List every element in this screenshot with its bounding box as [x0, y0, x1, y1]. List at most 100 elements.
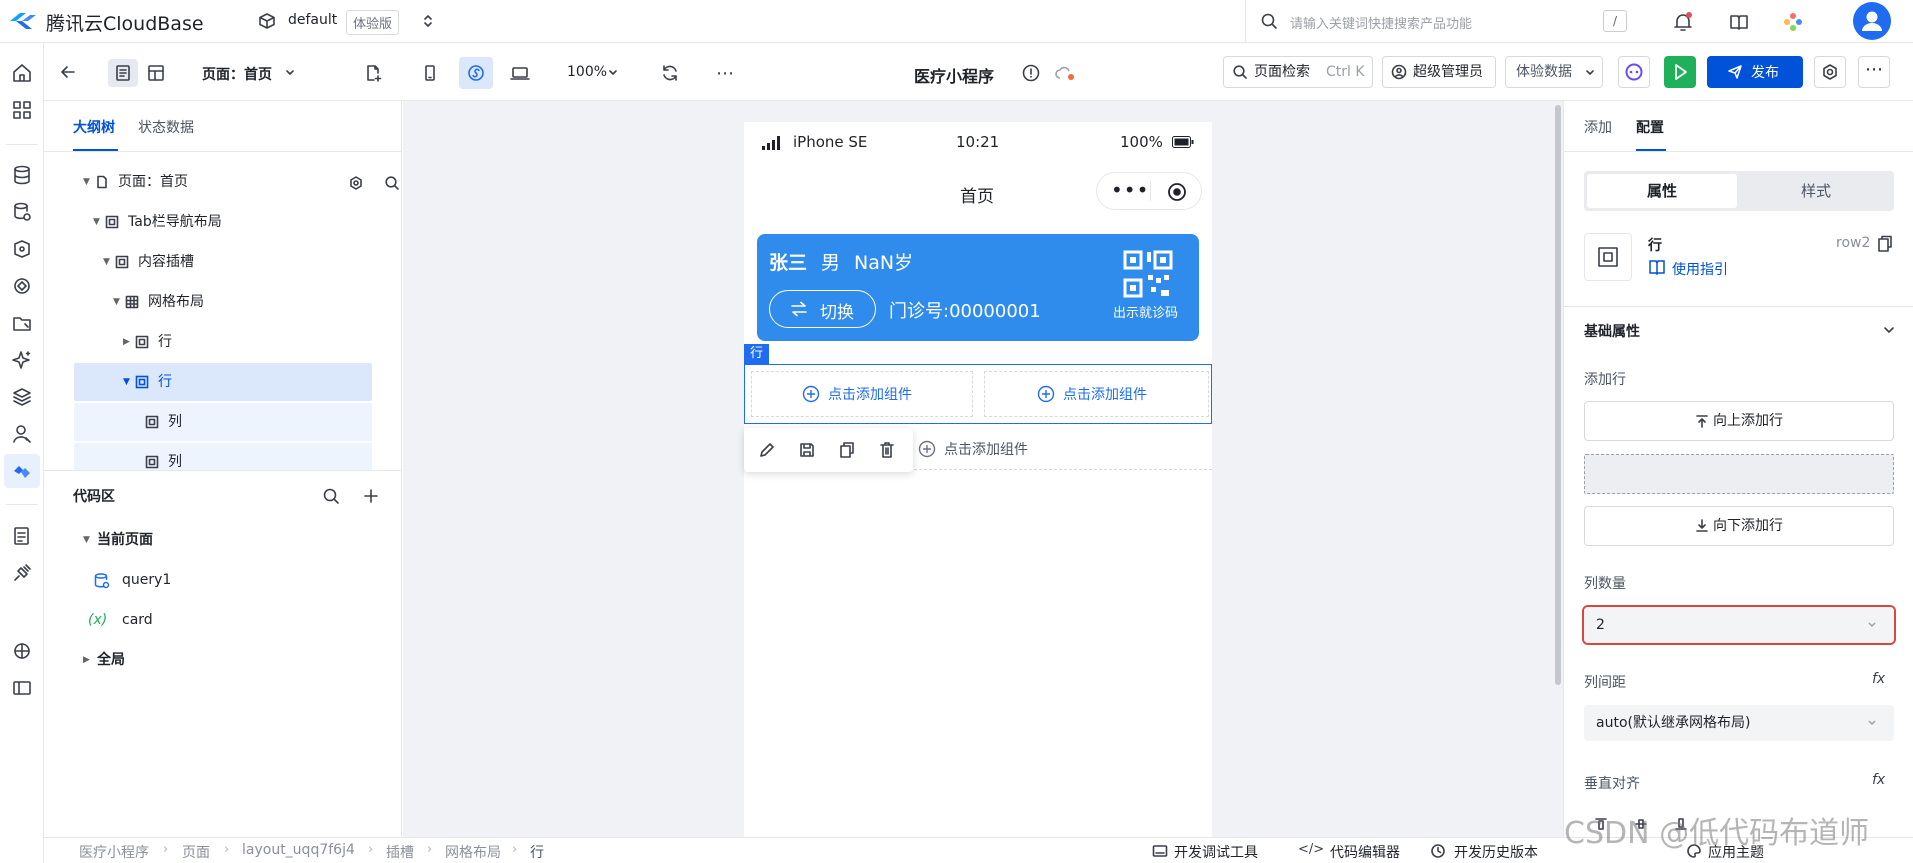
run-preview-button[interactable] [1664, 56, 1696, 88]
tree-node-page[interactable]: ▼ 页面：首页 [74, 163, 399, 201]
copy-icon[interactable] [1877, 235, 1893, 253]
segment-style[interactable]: 样式 [1741, 174, 1891, 208]
selected-row[interactable]: 点击添加组件 点击添加组件 [744, 364, 1212, 424]
more-dots-icon[interactable]: ••• [1111, 178, 1149, 202]
breadcrumb-slot[interactable]: 插槽 [386, 842, 414, 862]
collapse-sidebar-icon[interactable] [11, 677, 33, 699]
data-model-icon[interactable] [11, 201, 33, 223]
zoom-level[interactable]: 100% [567, 64, 607, 80]
tab-add[interactable]: 添加 [1584, 117, 1612, 137]
code-current-page[interactable]: ▼ 当前页面 [74, 521, 372, 559]
document-icon[interactable] [11, 525, 33, 547]
delete-trash-icon[interactable] [878, 441, 896, 459]
env-name[interactable]: default [288, 12, 337, 28]
code-item-card[interactable]: (x) card [74, 601, 372, 639]
layout-view-button[interactable] [141, 59, 171, 87]
refresh-icon[interactable] [660, 63, 680, 83]
layers-icon[interactable] [11, 386, 33, 408]
tree-node-col-2[interactable]: 列 [74, 443, 372, 470]
add-row-below-button[interactable]: 向下添加行 [1584, 506, 1894, 546]
code-editor-button[interactable]: 代码编辑器 [1330, 842, 1400, 862]
fx-expression-icon[interactable]: fx [1872, 671, 1885, 687]
search-icon[interactable] [322, 487, 340, 505]
outline-view-button[interactable] [108, 59, 138, 87]
book-icon[interactable] [1728, 11, 1750, 33]
breadcrumb-app[interactable]: 医疗小程序 [79, 842, 149, 862]
caret-down-icon[interactable]: ▼ [83, 521, 90, 559]
tree-node-tab-layout[interactable]: ▼ Tab栏导航布局 [74, 203, 372, 241]
tab-config[interactable]: 配置 [1636, 117, 1664, 137]
breadcrumb-row[interactable]: 行 [530, 842, 544, 862]
patient-card[interactable]: 张三 男 NaN岁 切换 门诊号:00000001 出示就诊码 [757, 234, 1199, 341]
database-icon[interactable] [11, 164, 33, 186]
tree-node-col-1[interactable]: 列 [74, 403, 372, 441]
global-search[interactable]: 请输入关键词快捷搜索产品功能 [1245, 0, 1645, 43]
bell-icon[interactable] [1672, 11, 1694, 33]
caret-down-icon[interactable]: ▼ [83, 163, 90, 201]
tree-node-row-1[interactable]: ▶ 行 [74, 323, 372, 361]
avatar[interactable] [1853, 2, 1891, 40]
capsule-menu[interactable]: ••• [1096, 172, 1202, 210]
search-icon[interactable] [384, 175, 400, 191]
caret-down-icon[interactable]: ▼ [93, 203, 100, 241]
shield-icon[interactable] [11, 238, 33, 260]
settings-cluster-icon[interactable] [11, 640, 33, 662]
miniprogram-preview-button[interactable] [459, 57, 493, 89]
history-versions-button[interactable]: 开发历史版本 [1454, 842, 1538, 862]
env-switch-icon[interactable] [422, 12, 434, 30]
page-search-button[interactable]: 页面检索 Ctrl K [1223, 56, 1373, 88]
brand-name[interactable]: 腾讯云CloudBase [46, 9, 204, 36]
caret-right-icon[interactable]: ▶ [83, 641, 90, 679]
save-icon[interactable] [798, 441, 816, 459]
tree-node-row-2-selected[interactable]: ▼ 行 [74, 363, 372, 401]
breadcrumb-grid[interactable]: 网格布局 [445, 842, 501, 862]
back-arrow-icon[interactable] [58, 62, 78, 82]
role-button[interactable]: 超级管理员 [1382, 56, 1496, 88]
column-gap-select[interactable]: auto(默认继承网格布局) [1584, 705, 1894, 741]
segment-props[interactable]: 属性 [1587, 174, 1737, 208]
gear-icon[interactable] [348, 175, 364, 191]
canvas-scrollbar[interactable] [1555, 105, 1561, 685]
breadcrumb-page[interactable]: 页面 [182, 842, 210, 862]
code-item-query1[interactable]: query1 [74, 561, 372, 599]
ai-assistant-icon[interactable] [1781, 10, 1805, 34]
page-selector[interactable]: 页面：首页 [202, 64, 272, 84]
phone-preview[interactable]: iPhone SE 10:21 100% 首页 ••• 张三 男 NaN岁 切换… [744, 122, 1212, 837]
data-mode-select[interactable]: 体验数据 [1505, 56, 1603, 88]
tab-state-data[interactable]: 状态数据 [138, 117, 194, 137]
home-icon[interactable] [11, 62, 33, 84]
lowcode-icon[interactable] [11, 460, 33, 482]
chevron-down-icon[interactable] [1882, 323, 1896, 337]
more-icon[interactable]: ⋯ [716, 63, 735, 84]
new-page-icon[interactable] [363, 63, 383, 83]
breadcrumb-layout[interactable]: layout_uqq7f6j4 [242, 842, 355, 858]
section-basic-props[interactable]: 基础属性 [1584, 321, 1640, 341]
info-icon[interactable] [1021, 63, 1041, 83]
caret-down-icon[interactable]: ▼ [123, 363, 130, 401]
debug-tools-button[interactable]: 开发调试工具 [1174, 842, 1258, 862]
edit-pencil-icon[interactable] [758, 441, 776, 459]
apps-icon[interactable] [11, 99, 33, 121]
empty-column-2[interactable]: 点击添加组件 [984, 371, 1209, 417]
ai-button[interactable] [1618, 56, 1650, 88]
tree-node-content-slot[interactable]: ▼ 内容插槽 [74, 243, 372, 281]
column-count-select[interactable]: 2 [1584, 607, 1894, 643]
settings-button[interactable] [1814, 56, 1846, 88]
empty-column-1[interactable]: 点击添加组件 [751, 371, 973, 417]
sparkle-icon[interactable] [11, 349, 33, 371]
caret-down-icon[interactable]: ▼ [103, 243, 110, 281]
caret-right-icon[interactable]: ▶ [123, 323, 130, 361]
fx-expression-icon[interactable]: fx [1872, 772, 1885, 788]
qr-code-icon[interactable] [1123, 250, 1175, 300]
caret-down-icon[interactable]: ▼ [113, 283, 120, 321]
plugin-icon[interactable] [11, 562, 33, 584]
switch-patient-button[interactable]: 切换 [769, 290, 876, 328]
desktop-preview-icon[interactable] [510, 63, 530, 83]
code-global[interactable]: ▶ 全局 [74, 641, 372, 679]
tab-outline-tree[interactable]: 大纲树 [73, 117, 115, 137]
workflow-icon[interactable] [11, 275, 33, 297]
chevron-down-icon[interactable] [284, 67, 296, 79]
usage-guide-link[interactable]: 使用指引 [1672, 259, 1728, 279]
publish-button[interactable]: 发布 [1707, 56, 1803, 88]
add-row-above-button[interactable]: 向上添加行 [1584, 401, 1894, 441]
